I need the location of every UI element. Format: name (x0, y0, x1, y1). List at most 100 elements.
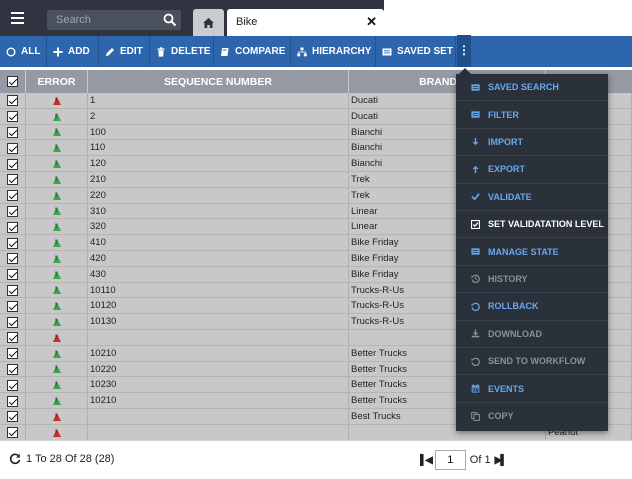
all-button[interactable]: ALL (0, 36, 47, 67)
row-checkbox-cell[interactable] (0, 187, 26, 204)
select-all-checkbox[interactable] (7, 76, 18, 87)
saved-set-button[interactable]: SAVED SET (376, 36, 456, 67)
row-checkbox-cell[interactable] (0, 108, 26, 125)
sequence-number-cell[interactable]: 110 (88, 140, 349, 157)
row-checkbox-cell[interactable] (0, 156, 26, 172)
row-checkbox[interactable] (7, 190, 18, 202)
sequence-number-cell[interactable]: 1 (88, 93, 349, 109)
close-tab-icon[interactable]: ✕ (366, 14, 377, 30)
hamburger-menu-icon[interactable] (6, 8, 28, 28)
row-checkbox-cell[interactable] (0, 203, 26, 220)
sequence-number-cell[interactable]: 310 (88, 203, 349, 220)
row-checkbox-cell[interactable] (0, 124, 26, 141)
row-checkbox-cell[interactable] (0, 377, 26, 394)
menu-item-validate[interactable]: VALIDATE (456, 184, 608, 211)
row-checkbox[interactable] (7, 126, 18, 138)
row-checkbox-cell[interactable] (0, 393, 26, 409)
column-header-error[interactable]: ERROR (26, 70, 88, 93)
menu-item-set-validatation-level[interactable]: SET VALIDATATION LEVEL (456, 211, 608, 239)
row-checkbox-cell[interactable] (0, 361, 26, 378)
select-all-checkbox-cell[interactable] (0, 70, 26, 93)
sequence-number-cell[interactable]: 210 (88, 172, 349, 188)
row-checkbox[interactable] (7, 221, 18, 233)
row-checkbox-cell[interactable] (0, 235, 26, 251)
delete-button[interactable]: DELETE (150, 36, 214, 67)
row-checkbox[interactable] (7, 237, 18, 249)
sequence-number-cell[interactable]: 10120 (88, 298, 349, 315)
row-checkbox[interactable] (7, 300, 18, 312)
row-checkbox-cell[interactable] (0, 93, 26, 109)
row-checkbox-cell[interactable] (0, 298, 26, 315)
row-checkbox-cell[interactable] (0, 282, 26, 299)
refresh-icon[interactable] (9, 453, 21, 465)
row-checkbox-cell[interactable] (0, 314, 26, 330)
search-box[interactable] (47, 10, 181, 30)
menu-item-manage-state[interactable]: MANAGE STATE (456, 238, 608, 266)
row-checkbox[interactable] (7, 427, 18, 439)
hierarchy-button[interactable]: HIERARCHY (291, 36, 376, 67)
row-checkbox-cell[interactable] (0, 330, 26, 346)
sequence-number-cell[interactable]: 10110 (88, 282, 349, 299)
row-checkbox[interactable] (7, 95, 18, 107)
sequence-number-cell[interactable]: 10230 (88, 377, 349, 394)
last-page-icon[interactable]: ▶▌ (495, 455, 508, 466)
home-tab[interactable] (193, 9, 224, 36)
edit-button[interactable]: EDIT (99, 36, 150, 67)
more-actions-button[interactable]: ⋮ (457, 35, 471, 67)
row-checkbox-cell[interactable] (0, 251, 26, 267)
menu-item-events[interactable]: EVENTS (456, 375, 608, 403)
sequence-number-cell[interactable]: 10220 (88, 361, 349, 378)
sequence-number-cell[interactable]: 430 (88, 266, 349, 283)
row-checkbox[interactable] (7, 111, 18, 123)
sequence-number-cell[interactable] (88, 409, 349, 425)
menu-item-filter[interactable]: FILTER (456, 101, 608, 129)
sequence-number-cell[interactable]: 10210 (88, 345, 349, 362)
row-checkbox[interactable] (7, 269, 18, 281)
sequence-number-cell[interactable]: 410 (88, 235, 349, 251)
menu-item-history[interactable]: HISTORY (456, 266, 608, 294)
tab-bike[interactable]: Bike ✕ (227, 9, 384, 36)
row-checkbox[interactable] (7, 363, 18, 375)
first-page-icon[interactable]: ▌◀ (420, 455, 433, 466)
search-input[interactable] (47, 10, 159, 30)
sequence-number-cell[interactable]: 10130 (88, 314, 349, 330)
sequence-number-cell[interactable]: 10210 (88, 393, 349, 409)
row-checkbox[interactable] (7, 253, 18, 265)
sequence-number-cell[interactable]: 120 (88, 156, 349, 172)
column-header-sequence-number[interactable]: SEQUENCE NUMBER (88, 70, 349, 93)
row-checkbox[interactable] (7, 411, 18, 423)
sequence-number-cell[interactable]: 220 (88, 187, 349, 204)
menu-item-saved-search[interactable]: SAVED SEARCH (456, 74, 608, 102)
sequence-number-cell[interactable] (88, 330, 349, 346)
search-icon[interactable] (163, 13, 177, 27)
row-checkbox-cell[interactable] (0, 409, 26, 425)
row-checkbox[interactable] (7, 332, 18, 344)
row-checkbox-cell[interactable] (0, 172, 26, 188)
sequence-number-cell[interactable] (88, 424, 349, 441)
menu-item-export[interactable]: EXPORT (456, 156, 608, 184)
row-checkbox[interactable] (7, 348, 18, 360)
row-checkbox[interactable] (7, 379, 18, 391)
menu-item-rollback[interactable]: ROLLBACK (456, 293, 608, 321)
row-checkbox-cell[interactable] (0, 140, 26, 157)
row-checkbox[interactable] (7, 395, 18, 407)
compare-button[interactable]: COMPARE (214, 36, 291, 67)
row-checkbox-cell[interactable] (0, 424, 26, 441)
row-checkbox[interactable] (7, 142, 18, 154)
row-checkbox[interactable] (7, 205, 18, 217)
row-checkbox[interactable] (7, 174, 18, 186)
row-checkbox-cell[interactable] (0, 266, 26, 283)
add-button[interactable]: ADD (47, 36, 99, 67)
page-number-input[interactable] (434, 450, 466, 470)
menu-item-copy[interactable]: COPY (456, 403, 608, 430)
menu-item-download[interactable]: DOWNLOAD (456, 321, 608, 348)
menu-item-send-to-workflow[interactable]: SEND TO WORKFLOW (456, 348, 608, 376)
row-checkbox[interactable] (7, 158, 18, 170)
sequence-number-cell[interactable]: 2 (88, 108, 349, 125)
row-checkbox[interactable] (7, 316, 18, 328)
row-checkbox-cell[interactable] (0, 345, 26, 362)
sequence-number-cell[interactable]: 320 (88, 219, 349, 236)
menu-item-import[interactable]: IMPORT (456, 129, 608, 157)
sequence-number-cell[interactable]: 420 (88, 251, 349, 267)
row-checkbox[interactable] (7, 284, 18, 296)
